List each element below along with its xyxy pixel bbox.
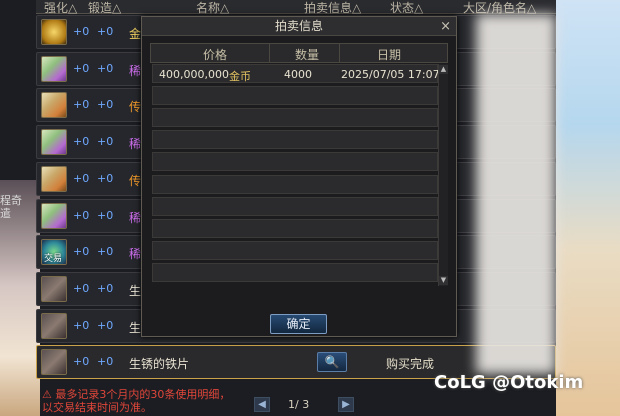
- col-name[interactable]: 名称△: [196, 0, 229, 16]
- item-name: 传: [129, 100, 142, 115]
- forge-value: +0: [97, 245, 114, 259]
- header-divider: [269, 44, 270, 62]
- dialog-table-row: [152, 152, 438, 172]
- search-icon: 🔍: [324, 355, 340, 370]
- enhance-value: +0: [73, 245, 90, 259]
- dialog-table-row: [152, 240, 438, 260]
- col-date: 日期: [377, 48, 402, 62]
- gold-relic-icon[interactable]: [41, 19, 67, 45]
- forge-value: +0: [97, 355, 114, 369]
- col-price: 价格: [203, 48, 228, 62]
- green-orb-icon[interactable]: 交易: [41, 239, 67, 266]
- item-name: 金: [129, 27, 142, 41]
- enhance-value: +0: [73, 25, 90, 38]
- dialog-table-row: [152, 108, 438, 128]
- forge-value: +0: [97, 281, 114, 295]
- scroll-down-icon[interactable]: ▼: [439, 276, 448, 285]
- search-button[interactable]: 🔍: [317, 352, 347, 373]
- purple-card-icon[interactable]: [41, 202, 67, 229]
- col-status[interactable]: 状态△: [390, 0, 423, 16]
- dialog-table-row: [152, 218, 438, 238]
- currency-label: 金币: [229, 70, 251, 83]
- enhance-value: +0: [73, 355, 90, 369]
- enhance-value: +0: [73, 98, 90, 112]
- side-text: 程奇 遣: [0, 194, 22, 220]
- enhance-value: +0: [73, 281, 90, 295]
- dialog-title: 拍卖信息: [274, 19, 323, 33]
- item-name: 稀: [129, 137, 142, 152]
- forge-value: +0: [97, 171, 114, 185]
- enhance-value: +0: [73, 61, 90, 75]
- close-icon[interactable]: ×: [440, 18, 451, 36]
- dialog-table-row: [152, 262, 438, 282]
- col-auction-info[interactable]: 拍卖信息△: [304, 0, 361, 16]
- item-name: 稀: [129, 210, 142, 225]
- status-text: 购买完成: [386, 357, 435, 372]
- privacy-blur: [476, 14, 556, 374]
- dialog-table-row: [152, 130, 438, 150]
- forge-value: +0: [97, 25, 114, 38]
- forge-value: +0: [97, 61, 114, 75]
- prev-page-button[interactable]: ◀: [254, 397, 270, 412]
- dialog-table-row: 400,000,000 金币 4000 2025/07/05 17:07: [152, 64, 440, 83]
- col-forge[interactable]: 锻造△: [88, 0, 121, 16]
- item-name: 稀: [129, 247, 142, 262]
- date-value: 2025/07/05 17:07: [341, 68, 440, 81]
- rusty-iron-icon[interactable]: [41, 312, 67, 339]
- item-name: 传: [129, 173, 142, 188]
- column-header: 强化△ 锻造△ 名称△ 拍卖信息△ 状态△ 大区/角色名△: [36, 0, 556, 16]
- item-name: 生: [129, 283, 142, 298]
- header-divider: [339, 44, 340, 62]
- dialog-table-header: 价格 数量 日期: [150, 43, 448, 63]
- price-value: 400,000,000: [159, 68, 229, 81]
- enhance-value: +0: [73, 135, 90, 149]
- pager: ◀ 1/ 3 ▶: [254, 396, 384, 414]
- rusty-iron-icon[interactable]: [41, 275, 67, 302]
- purple-card-icon[interactable]: [41, 129, 67, 156]
- page-indicator: 1/ 3: [288, 398, 310, 411]
- purple-card-icon[interactable]: [41, 55, 67, 82]
- auction-info-dialog: 拍卖信息 × 价格 数量 日期 400,000,000 金币 4000 2025/07…: [141, 16, 457, 337]
- dialog-table-row: [152, 196, 438, 216]
- forge-value: +0: [97, 135, 114, 149]
- dialog-table-body: 400,000,000 金币 4000 2025/07/05 17:07 ▲ ▼: [150, 64, 448, 286]
- item-name: 生锈的铁片: [129, 357, 190, 372]
- orange-card-icon[interactable]: [41, 92, 67, 119]
- background-right-art: [556, 0, 620, 416]
- trade-tag: 交易: [44, 254, 63, 265]
- forge-value: +0: [97, 98, 114, 112]
- dialog-table-row: [152, 174, 438, 194]
- enhance-value: +0: [73, 171, 90, 185]
- col-quantity: 数量: [295, 48, 320, 62]
- item-name: 稀: [129, 63, 142, 78]
- forge-value: +0: [97, 318, 114, 332]
- enhance-value: +0: [73, 318, 90, 332]
- confirm-button[interactable]: 确定: [270, 314, 327, 334]
- dialog-scrollbar[interactable]: ▲ ▼: [438, 64, 448, 286]
- watermark: CoLG @Otokim: [434, 372, 584, 393]
- dialog-title-bar[interactable]: 拍卖信息 ×: [142, 17, 456, 36]
- forge-value: +0: [97, 208, 114, 222]
- enhance-value: +0: [73, 208, 90, 222]
- dialog-table-row: [152, 86, 438, 106]
- next-page-button[interactable]: ▶: [338, 397, 354, 412]
- scroll-up-icon[interactable]: ▲: [439, 65, 448, 74]
- rusty-iron-icon[interactable]: [41, 349, 67, 376]
- col-enhance[interactable]: 强化△: [44, 0, 77, 16]
- quantity-value: 4000: [284, 68, 312, 81]
- orange-card-icon[interactable]: [41, 165, 67, 192]
- warning-text: ⚠ 最多记录3个月内的30条使用明细，以交易结束时间为准。: [42, 388, 231, 414]
